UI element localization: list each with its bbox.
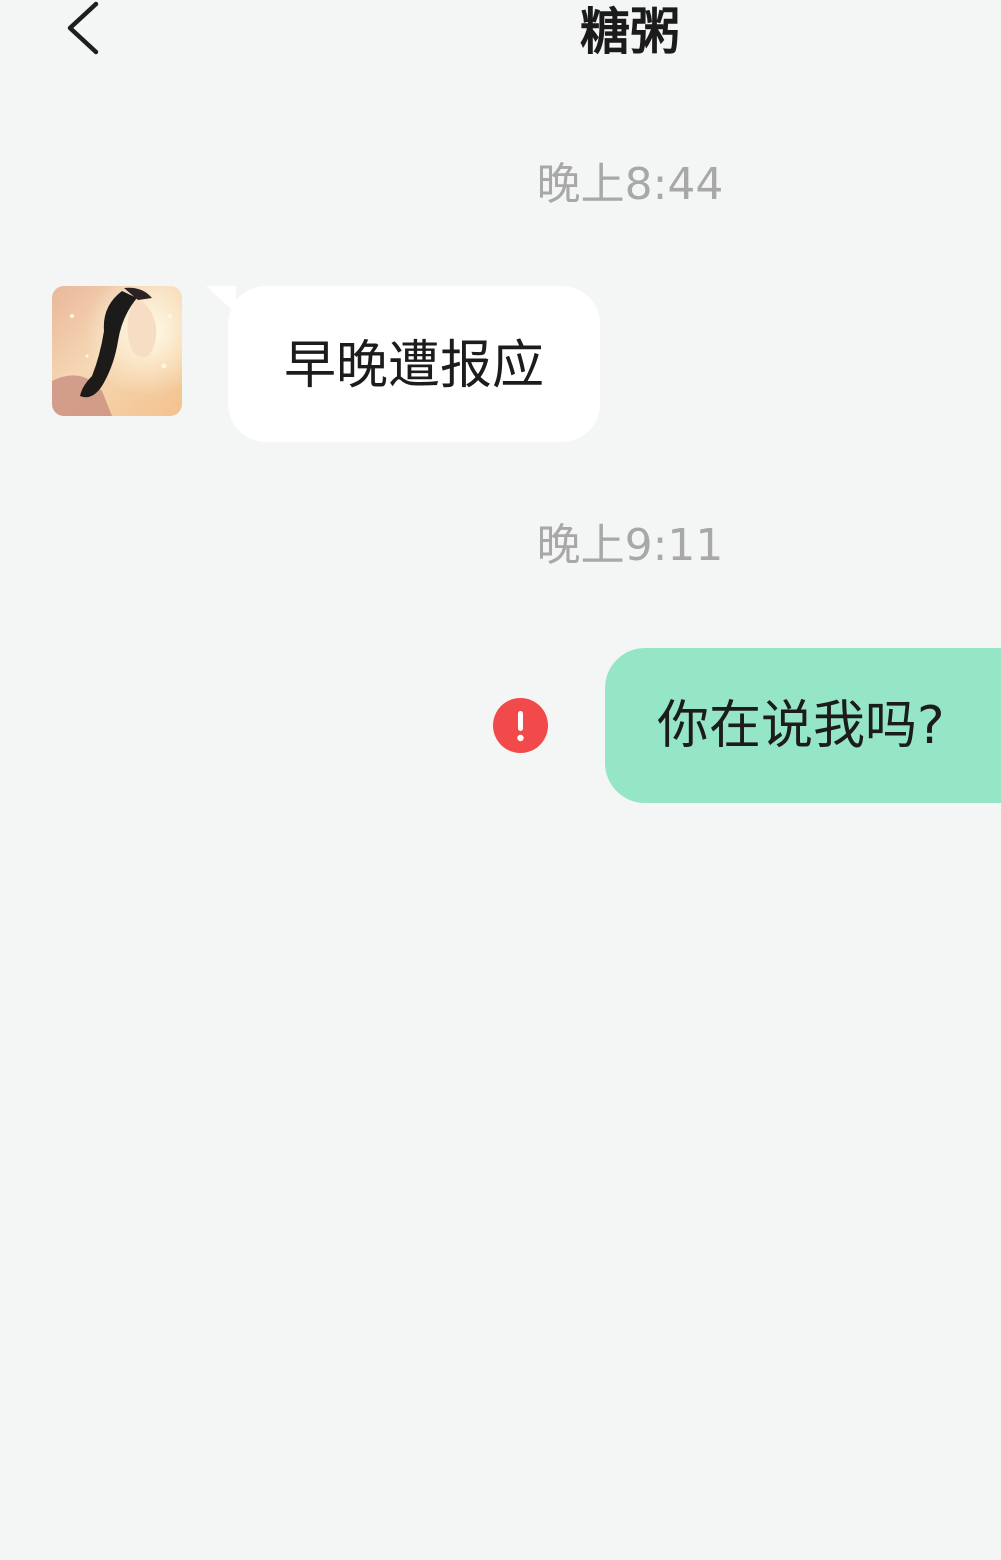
message-text: 你在说我吗? bbox=[657, 696, 945, 756]
chevron-left-icon bbox=[67, 1, 99, 55]
contact-avatar[interactable] bbox=[52, 286, 182, 416]
outgoing-message-bubble[interactable]: 你在说我吗? bbox=[605, 648, 1001, 803]
chat-title: 糖粥 bbox=[580, 3, 680, 61]
exclamation-icon bbox=[517, 711, 524, 742]
message-timestamp: 晚上9:11 bbox=[536, 520, 724, 571]
chat-header: 糖粥 bbox=[0, 0, 1001, 80]
avatar-image bbox=[52, 286, 182, 416]
send-failed-icon[interactable] bbox=[493, 698, 548, 753]
message-timestamp: 晚上8:44 bbox=[536, 159, 724, 210]
incoming-message-bubble[interactable]: 早晚遭报应 bbox=[206, 286, 600, 442]
message-text: 早晚遭报应 bbox=[283, 336, 544, 396]
bubble-tail bbox=[206, 286, 236, 314]
back-button[interactable] bbox=[58, 0, 108, 60]
